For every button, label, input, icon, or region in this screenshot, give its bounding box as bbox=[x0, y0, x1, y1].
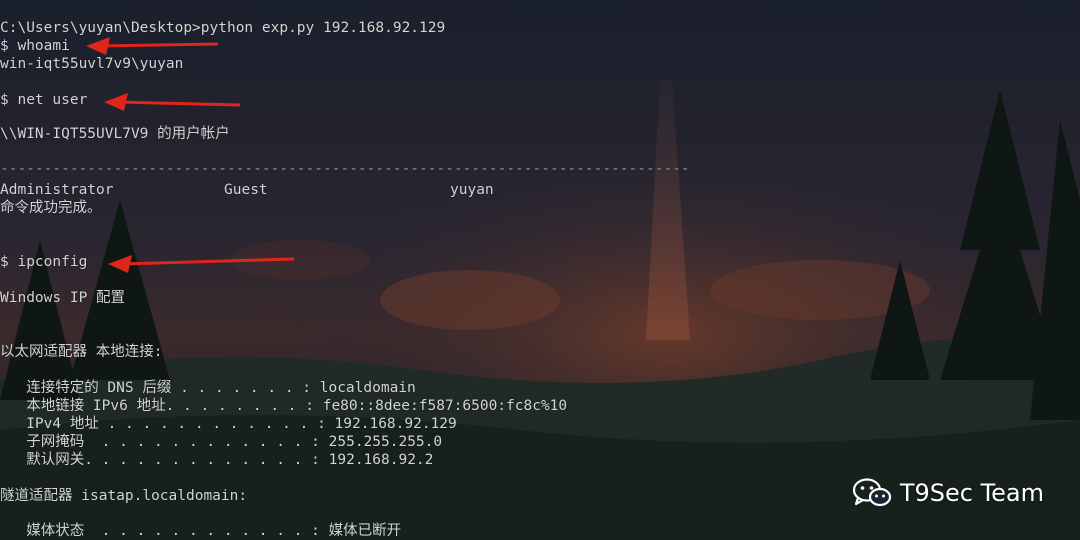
watermark: T9Sec Team bbox=[852, 478, 1044, 508]
row-label: 媒体状态 . . . . . . . . . . . . : bbox=[0, 523, 320, 539]
ipconfig-title: Windows IP 配置 bbox=[0, 290, 126, 306]
row-label: IPv4 地址 . . . . . . . . . . . . : bbox=[0, 416, 326, 432]
ipconfig-command: $ ipconfig bbox=[0, 254, 88, 270]
net-user-header: \\WIN-IQT55UVL7V9 的用户帐户 bbox=[0, 126, 230, 142]
user-account: yuyan bbox=[450, 182, 494, 198]
net-user-command: $ net user bbox=[0, 92, 88, 108]
adapter-row: 媒体状态 . . . . . . . . . . . . : 媒体已断开 bbox=[0, 522, 401, 540]
net-user-done: 命令成功完成。 bbox=[0, 200, 102, 216]
row-label: 默认网关. . . . . . . . . . . . . : bbox=[0, 452, 320, 468]
row-label: 子网掩码 . . . . . . . . . . . . : bbox=[0, 434, 320, 450]
adapter-header: 隧道适配器 isatap.localdomain: bbox=[0, 488, 248, 504]
row-value: localdomain bbox=[311, 380, 416, 396]
user-account: Guest bbox=[224, 182, 268, 198]
command-prompt-line: C:\Users\yuyan\Desktop>python exp.py 192… bbox=[0, 20, 446, 36]
user-account: Administrator bbox=[0, 182, 114, 198]
adapter-header: 以太网适配器 本地连接: bbox=[0, 344, 163, 360]
row-label: 本地链接 IPv6 地址. . . . . . . . : bbox=[0, 398, 314, 414]
watermark-text: T9Sec Team bbox=[899, 479, 1044, 507]
whoami-command: $ whoami bbox=[0, 38, 70, 54]
row-label: 连接特定的 DNS 后缀 . . . . . . . : bbox=[0, 380, 312, 396]
wechat-icon bbox=[852, 478, 892, 508]
row-value: fe80::8dee:f587:6500:fc8c%10 bbox=[313, 398, 568, 414]
row-value: 媒体已断开 bbox=[319, 523, 402, 539]
row-value: 192.168.92.129 bbox=[325, 416, 457, 432]
row-value: 192.168.92.2 bbox=[319, 452, 434, 468]
separator-line: ----------------------------------------… bbox=[0, 161, 690, 177]
row-value: 255.255.255.0 bbox=[319, 434, 443, 450]
whoami-output: win-iqt55uvl7v9\yuyan bbox=[0, 56, 184, 72]
adapter-row: 连接特定的 DNS 后缀 . . . . . . . : localdomain bbox=[0, 379, 416, 397]
terminal-output: C:\Users\yuyan\Desktop>python exp.py 192… bbox=[0, 0, 1080, 540]
adapter-row: IPv4 地址 . . . . . . . . . . . . : 192.16… bbox=[0, 415, 457, 433]
adapter-row: 本地链接 IPv6 地址. . . . . . . . : fe80::8dee… bbox=[0, 397, 567, 415]
adapter-row: 子网掩码 . . . . . . . . . . . . : 255.255.2… bbox=[0, 433, 442, 451]
adapter-row: 默认网关. . . . . . . . . . . . . : 192.168.… bbox=[0, 451, 433, 469]
